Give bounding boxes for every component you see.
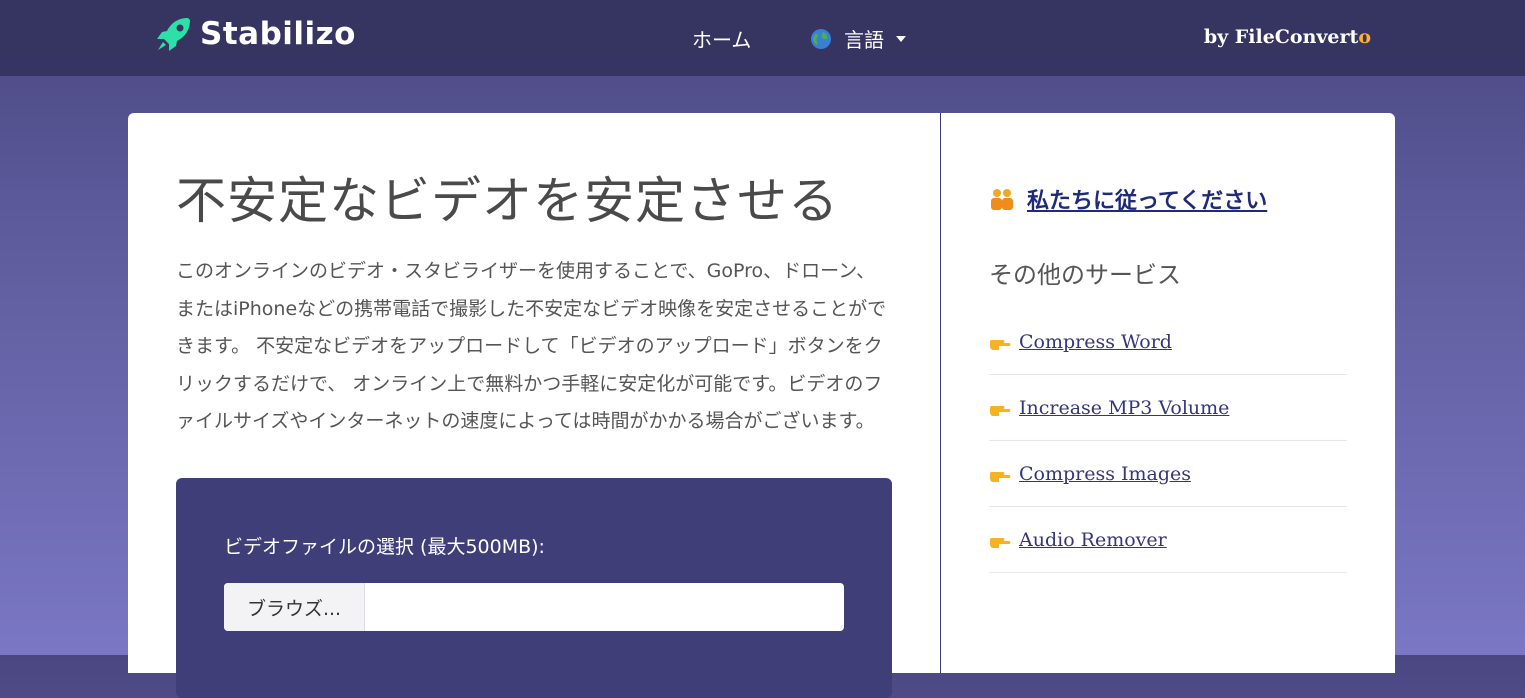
list-item: Compress Images bbox=[989, 441, 1347, 507]
video-file-input[interactable]: ブラウズ... bbox=[224, 583, 844, 631]
language-label: 言語 bbox=[844, 28, 884, 52]
upload-label: ビデオファイルの選択 (最大500MB): bbox=[224, 536, 545, 558]
page-description: このオンラインのビデオ・スタビライザーを使用することで、GoPro、ドローン、ま… bbox=[176, 260, 887, 432]
brand-logo[interactable]: Stabilizo bbox=[154, 14, 356, 54]
sidebar-card: 私たちに従ってください その他のサービス Compress Word Incre… bbox=[941, 113, 1395, 673]
other-services-heading: その他のサービス bbox=[989, 261, 1181, 289]
list-item: Increase MP3 Volume bbox=[989, 375, 1347, 441]
service-label: Increase MP3 Volume bbox=[1019, 396, 1230, 419]
service-list: Compress Word Increase MP3 Volume Compre… bbox=[989, 309, 1347, 573]
list-item: Audio Remover bbox=[989, 507, 1347, 573]
service-label: Compress Word bbox=[1019, 330, 1172, 353]
service-link-compress-images[interactable]: Compress Images bbox=[989, 463, 1191, 485]
service-link-compress-word[interactable]: Compress Word bbox=[989, 331, 1172, 353]
byline-link[interactable]: by FileConverto bbox=[1204, 26, 1371, 48]
page-title: 不安定なビデオを安定させる bbox=[176, 172, 839, 230]
upload-panel: ビデオファイルの選択 (最大500MB): ブラウズ... bbox=[176, 478, 892, 698]
pointing-hand-icon bbox=[990, 405, 1011, 416]
language-dropdown[interactable]: 言語 bbox=[810, 24, 906, 53]
service-label: Audio Remover bbox=[1019, 528, 1167, 551]
follow-us[interactable]: 私たちに従ってください bbox=[989, 183, 1267, 215]
pointing-hand-icon bbox=[990, 471, 1011, 482]
byline-accent-letter: o bbox=[1358, 26, 1371, 48]
selected-file-name[interactable] bbox=[365, 583, 844, 631]
people-icon bbox=[991, 189, 1013, 210]
pointing-hand-icon bbox=[990, 537, 1011, 548]
browse-button[interactable]: ブラウズ... bbox=[224, 583, 365, 631]
main-content-card: 不安定なビデオを安定させる このオンラインのビデオ・スタビライザーを使用すること… bbox=[128, 113, 940, 698]
pointing-hand-icon bbox=[990, 339, 1011, 350]
chevron-down-icon bbox=[896, 35, 906, 42]
service-label: Compress Images bbox=[1019, 462, 1192, 485]
list-item: Compress Word bbox=[989, 309, 1347, 375]
globe-icon bbox=[811, 28, 831, 49]
rocket-icon bbox=[157, 18, 190, 51]
brand-name: Stabilizo bbox=[200, 16, 356, 52]
nav-home-link[interactable]: ホーム bbox=[692, 24, 751, 53]
service-link-increase-mp3-volume[interactable]: Increase MP3 Volume bbox=[989, 397, 1229, 419]
follow-us-link[interactable]: 私たちに従ってください bbox=[1027, 183, 1267, 215]
top-navbar: Stabilizo ホーム 言語 by FileConverto bbox=[0, 0, 1525, 76]
service-link-audio-remover[interactable]: Audio Remover bbox=[989, 529, 1167, 551]
byline-text: by FileConvert bbox=[1203, 26, 1359, 48]
